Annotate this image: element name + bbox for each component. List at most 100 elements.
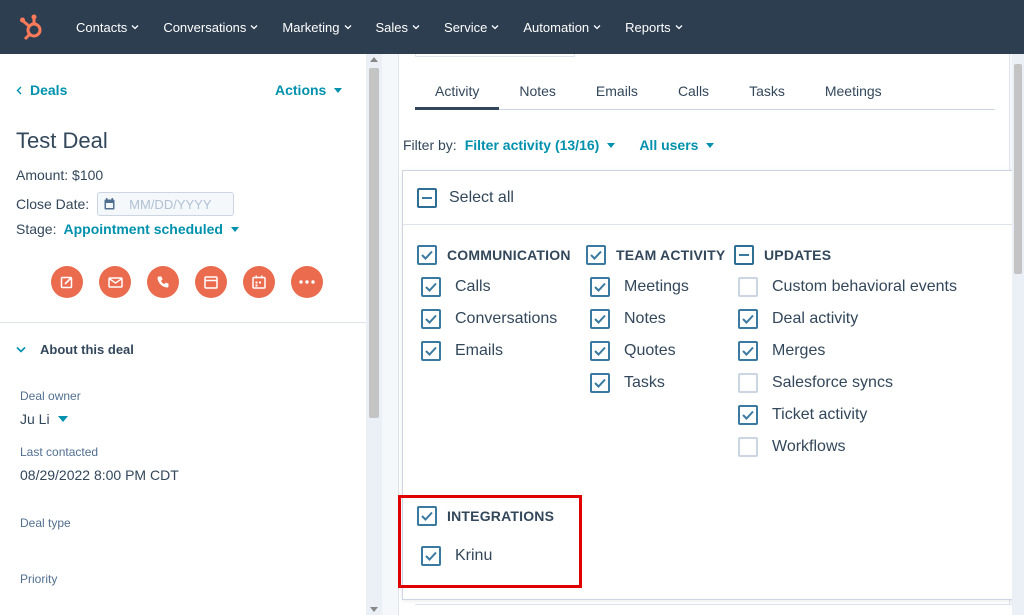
communication-group: COMMUNICATION Calls Conversations Emails	[417, 245, 571, 361]
indeterminate-checkbox-icon	[734, 245, 754, 265]
filter-option-meetings[interactable]: Meetings	[590, 277, 725, 297]
nav-marketing[interactable]: Marketing	[270, 0, 363, 54]
about-this-deal-toggle[interactable]: About this deal	[16, 342, 134, 357]
team-activity-group: TEAM ACTIVITY Meetings Notes Quotes Task…	[586, 245, 725, 393]
deal-owner-label: Deal owner	[20, 389, 81, 403]
filter-option-deal-activity[interactable]: Deal activity	[738, 309, 957, 329]
nav-conversations[interactable]: Conversations	[151, 0, 270, 54]
caret-down-icon	[230, 226, 239, 232]
task-icon[interactable]	[195, 266, 227, 298]
updates-group-toggle[interactable]: UPDATES	[734, 245, 957, 265]
filter-option-calls[interactable]: Calls	[421, 277, 571, 297]
checkbox-checked-icon	[590, 341, 610, 361]
quick-actions	[51, 266, 323, 298]
checkbox-unchecked-icon	[738, 277, 758, 297]
tab-emails[interactable]: Emails	[576, 74, 658, 110]
scroll-down-icon[interactable]	[370, 607, 378, 612]
select-all-option[interactable]: Select all	[403, 171, 1015, 225]
back-to-deals-link[interactable]: Deals	[16, 82, 67, 98]
chevron-down-icon	[16, 346, 26, 353]
checkbox-checked-icon	[417, 245, 437, 265]
deal-sidebar: Deals Actions Test Deal Amount: $100 Clo…	[0, 54, 366, 615]
close-date-input[interactable]: MM/DD/YYYY	[97, 192, 235, 216]
checkbox-checked-icon	[590, 309, 610, 329]
deal-title: Test Deal	[16, 128, 108, 153]
divider	[0, 322, 366, 323]
tab-meetings[interactable]: Meetings	[805, 74, 902, 110]
deal-amount: Amount: $100	[16, 167, 104, 183]
chevron-left-icon	[16, 86, 22, 94]
note-icon[interactable]	[51, 266, 83, 298]
deal-owner-dropdown[interactable]: Ju Li	[20, 411, 68, 427]
nav-contacts[interactable]: Contacts	[64, 0, 151, 54]
calendar-icon	[104, 198, 115, 210]
filter-row: Filter by: Filter activity (13/16) All u…	[403, 137, 715, 153]
checkbox-checked-icon	[738, 405, 758, 425]
filter-option-workflows[interactable]: Workflows	[738, 437, 957, 457]
last-contacted-label: Last contacted	[20, 445, 99, 459]
stage-row: Stage: Appointment scheduled	[16, 221, 239, 237]
indeterminate-checkbox-icon	[417, 187, 437, 208]
filter-option-custom-behavioral-events[interactable]: Custom behavioral events	[738, 277, 957, 297]
chevron-down-icon	[491, 25, 499, 30]
email-icon[interactable]	[99, 266, 131, 298]
top-nav: Contacts Conversations Marketing Sales S…	[0, 0, 1024, 54]
search-box-edge	[415, 54, 575, 57]
filter-option-ticket-activity[interactable]: Ticket activity	[738, 405, 957, 425]
filter-option-quotes[interactable]: Quotes	[590, 341, 725, 361]
tab-tasks[interactable]: Tasks	[729, 74, 805, 110]
scroll-up-icon[interactable]	[370, 57, 378, 62]
scrollbar-thumb[interactable]	[369, 68, 379, 418]
deal-type-label: Deal type	[20, 516, 71, 530]
actions-dropdown[interactable]: Actions	[275, 82, 343, 98]
tab-calls[interactable]: Calls	[658, 74, 729, 110]
hubspot-logo-icon[interactable]	[0, 0, 64, 54]
filter-option-tasks[interactable]: Tasks	[590, 373, 725, 393]
nav-service[interactable]: Service	[432, 0, 511, 54]
nav-sales[interactable]: Sales	[364, 0, 433, 54]
filter-option-emails[interactable]: Emails	[421, 341, 571, 361]
communication-group-toggle[interactable]: COMMUNICATION	[417, 245, 571, 265]
team-activity-group-toggle[interactable]: TEAM ACTIVITY	[586, 245, 725, 265]
card-bottom	[415, 604, 1024, 615]
filter-option-conversations[interactable]: Conversations	[421, 309, 571, 329]
close-date-row: Close Date: MM/DD/YYYY	[16, 192, 235, 216]
updates-group: UPDATES Custom behavioral events Deal ac…	[734, 245, 957, 457]
integrations-highlight-box	[398, 495, 582, 588]
checkbox-checked-icon	[586, 245, 606, 265]
nav-automation[interactable]: Automation	[511, 0, 613, 54]
checkbox-checked-icon	[421, 277, 441, 297]
stage-dropdown[interactable]: Appointment scheduled	[63, 221, 239, 237]
last-contacted-value: 08/29/2022 8:00 PM CDT	[20, 467, 179, 483]
chevron-down-icon	[675, 25, 683, 30]
more-icon[interactable]	[291, 266, 323, 298]
checkbox-checked-icon	[590, 373, 610, 393]
activity-tabs: Activity Notes Emails Calls Tasks Meetin…	[415, 74, 995, 110]
caret-down-icon	[334, 87, 343, 93]
scrollbar-thumb[interactable]	[1014, 64, 1022, 274]
caret-down-icon	[57, 416, 68, 422]
caret-down-icon	[607, 142, 616, 148]
checkbox-checked-icon	[738, 309, 758, 329]
nav-reports[interactable]: Reports	[613, 0, 695, 54]
checkbox-unchecked-icon	[738, 437, 758, 457]
checkbox-checked-icon	[421, 341, 441, 361]
activity-pane: Activity Notes Emails Calls Tasks Meetin…	[382, 54, 1024, 615]
right-scrollbar[interactable]	[1012, 54, 1024, 615]
tab-activity[interactable]: Activity	[415, 74, 500, 110]
left-scrollbar[interactable]	[366, 54, 382, 615]
chevron-down-icon	[593, 25, 601, 30]
all-users-dropdown[interactable]: All users	[639, 137, 715, 153]
chevron-down-icon	[250, 25, 258, 30]
checkbox-checked-icon	[421, 309, 441, 329]
call-icon[interactable]	[147, 266, 179, 298]
chevron-down-icon	[344, 25, 351, 30]
filter-activity-dropdown[interactable]: Filter activity (13/16)	[465, 137, 616, 153]
meeting-icon[interactable]	[243, 266, 275, 298]
filter-option-salesforce-syncs[interactable]: Salesforce syncs	[738, 373, 957, 393]
filter-option-merges[interactable]: Merges	[738, 341, 957, 361]
caret-down-icon	[706, 142, 715, 148]
filter-option-notes[interactable]: Notes	[590, 309, 725, 329]
checkbox-checked-icon	[590, 277, 610, 297]
tab-notes[interactable]: Notes	[499, 74, 576, 110]
